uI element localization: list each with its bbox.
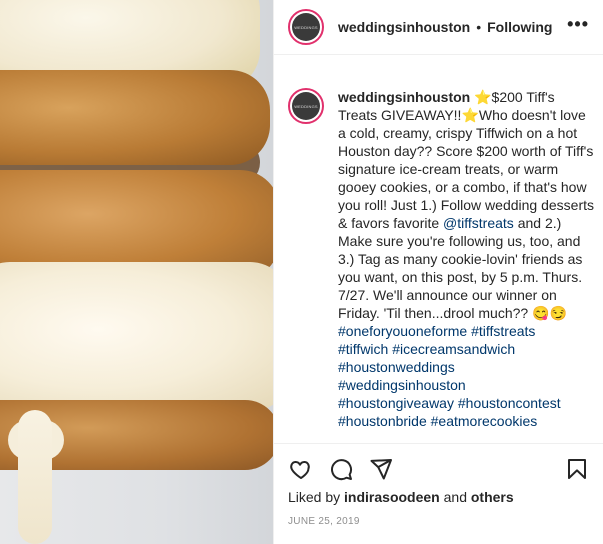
avatar[interactable]: WEDDINGS [288,9,324,45]
caption-username[interactable]: weddingsinhouston [338,89,470,105]
hashtag-link[interactable]: #oneforyouoneforme [338,323,467,339]
hashtag-link[interactable]: #tiffwich [338,341,388,357]
hashtag-link[interactable]: #weddingsinhouston [338,377,466,393]
more-icon[interactable]: ••• [567,14,589,41]
ice-cream-drip [18,410,52,544]
avatar-text: WEDDINGS [294,24,318,30]
hashtag-link[interactable]: #tiffstreats [471,323,535,339]
post-date[interactable]: JUNE 25, 2019 [288,516,360,527]
heart-icon[interactable] [288,456,314,482]
star-emoji: ⭐ [474,89,492,105]
post-header: WEDDINGS weddingsinhouston • Following •… [274,0,603,55]
action-bar [274,443,603,493]
caption-avatar-text: WEDDINGS [294,103,318,109]
likes-middle: and [439,489,471,505]
likes-text: Liked by indirasoodeen and others [288,489,514,505]
emoji-faces: 😋😏 [532,305,567,321]
share-icon[interactable] [368,456,394,482]
cookie-top [0,70,270,165]
post-panel: WEDDINGS weddingsinhouston • Following •… [273,0,603,544]
following-button[interactable]: Following [487,19,552,35]
star-emoji-2: ⭐ [461,107,479,123]
hashtag-link[interactable]: #eatmorecookies [431,413,538,429]
post-photo[interactable] [0,0,273,544]
caption-avatar[interactable]: WEDDINGS [288,88,324,124]
hashtag-link[interactable]: #houstoncontest [458,395,561,411]
likes-others[interactable]: others [471,489,514,505]
hashtag-link[interactable]: #houstonbride [338,413,427,429]
separator-dot: • [476,19,482,35]
mention-link[interactable]: @tiffstreats [443,215,514,231]
caption-text-2: Who doesn't love a cold, creamy, crispy … [338,107,594,231]
comment-icon[interactable] [328,456,354,482]
hashtag-link[interactable]: #icecreamsandwich [392,341,515,357]
hashtag-link[interactable]: #houstonweddings [338,359,455,375]
ice-cream-middle [0,262,273,412]
likes-prefix: Liked by [288,489,345,505]
liked-by-user[interactable]: indirasoodeen [344,489,440,505]
caption-area[interactable]: WEDDINGS weddingsinhouston ⭐$200 Tiff's … [274,56,603,442]
caption: weddingsinhouston ⭐$200 Tiff's Treats GI… [338,88,594,442]
hashtag-link[interactable]: #houstongiveaway [338,395,454,411]
bookmark-icon[interactable] [564,456,590,482]
header-username[interactable]: weddingsinhouston [338,19,470,35]
